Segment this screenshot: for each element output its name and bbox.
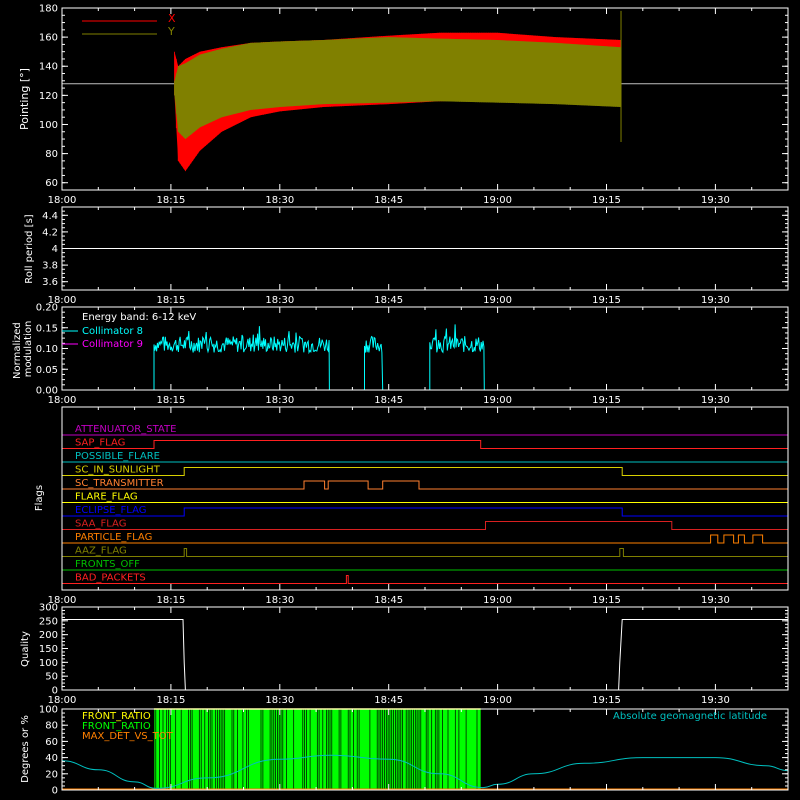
flag-label: ECLIPSE_FLAG bbox=[75, 505, 146, 516]
flag-label: BAD_PACKETS bbox=[75, 573, 146, 584]
x-tick-label: 19:00 bbox=[483, 595, 512, 606]
y-tick-label: 100 bbox=[39, 658, 58, 669]
y-tick-label: 250 bbox=[39, 616, 58, 627]
y-tick-label: 60 bbox=[45, 737, 58, 748]
x-tick-label: 18:15 bbox=[156, 595, 185, 606]
y-tick-label: 150 bbox=[39, 644, 58, 655]
y-tick-label: 140 bbox=[39, 62, 58, 73]
legend-coll9-label: Collimator 9 bbox=[82, 339, 143, 350]
rhessi-quicklook-plot: 18:00 18:15 18:30 18:45 19:00 19:15 19:30 60 80 1… bbox=[0, 0, 800, 800]
y-tick-label: 4.4 bbox=[42, 211, 58, 222]
flag-label: SC_TRANSMITTER bbox=[75, 478, 164, 489]
x-tick-label: 19:00 bbox=[483, 295, 512, 306]
modulation-ylabel: Normalized modulation bbox=[12, 319, 34, 379]
y-tick-label: 0.00 bbox=[36, 386, 58, 397]
y-tick-label: 60 bbox=[45, 178, 58, 189]
y-tick-label: 80 bbox=[45, 721, 58, 732]
legend-coll8-label: Collimator 8 bbox=[82, 326, 143, 337]
x-tick-label: 19:30 bbox=[701, 695, 730, 706]
flag-label: FRONTS_OFF bbox=[75, 559, 140, 570]
flag-label: SC_IN_SUNLIGHT bbox=[75, 465, 161, 476]
y-tick-label: 100 bbox=[39, 705, 58, 716]
flags-ylabel: Flags bbox=[34, 485, 45, 511]
x-tick-label: 19:15 bbox=[592, 295, 621, 306]
roll-period-ylabel: Roll period [s] bbox=[24, 214, 35, 283]
legend-y-label: Y bbox=[167, 25, 175, 38]
y-tick-label: 20 bbox=[45, 769, 58, 780]
x-tick-label: 19:15 bbox=[592, 395, 621, 406]
x-tick-label: 19:00 bbox=[483, 195, 512, 206]
x-tick-label: 18:00 bbox=[48, 195, 77, 206]
flag-label: PARTICLE_FLAG bbox=[75, 532, 152, 543]
x-tick-label: 19:30 bbox=[701, 395, 730, 406]
y-tick-label: 80 bbox=[45, 149, 58, 160]
y-tick-label: 0.15 bbox=[36, 323, 58, 334]
x-tick-label: 18:00 bbox=[48, 395, 77, 406]
pointing-ylabel: Pointing [°] bbox=[18, 68, 31, 130]
ratio-ylabel: Degrees or % bbox=[20, 715, 31, 783]
y-tick-label: 180 bbox=[39, 4, 58, 15]
flag-label: AAZ_FLAG bbox=[75, 546, 127, 557]
x-tick-label: 19:30 bbox=[701, 195, 730, 206]
y-tick-label: 4.2 bbox=[42, 227, 58, 238]
x-tick-label: 18:30 bbox=[265, 195, 294, 206]
x-tick-label: 19:30 bbox=[701, 295, 730, 306]
y-tick-label: 300 bbox=[39, 603, 58, 614]
x-tick-label: 19:30 bbox=[701, 595, 730, 606]
x-tick-label: 18:15 bbox=[156, 395, 185, 406]
x-tick-label: 18:30 bbox=[265, 295, 294, 306]
y-tick-label: 120 bbox=[39, 91, 58, 102]
y-tick-label: 4 bbox=[52, 244, 58, 255]
y-tick-label: 40 bbox=[45, 753, 58, 764]
x-tick-label: 19:15 bbox=[592, 195, 621, 206]
y-tick-label: 0.10 bbox=[36, 344, 58, 355]
x-tick-label: 18:30 bbox=[265, 395, 294, 406]
legend-max-det: MAX_DET_VS_TOT bbox=[82, 731, 174, 742]
x-tick-label: 18:45 bbox=[374, 395, 403, 406]
y-tick-label: 160 bbox=[39, 33, 58, 44]
y-tick-label: 0 bbox=[52, 686, 58, 697]
flag-label: SAP_FLAG bbox=[75, 438, 125, 449]
flag-label: POSSIBLE_FLARE bbox=[75, 451, 160, 462]
y-tick-label: 3.6 bbox=[42, 277, 58, 288]
flag-label: ATTENUATOR_STATE bbox=[75, 424, 176, 435]
x-tick-label: 18:15 bbox=[156, 295, 185, 306]
x-tick-label: 18:15 bbox=[156, 695, 185, 706]
x-tick-label: 19:00 bbox=[483, 395, 512, 406]
energy-band-label: Energy band: 6-12 keV bbox=[82, 312, 196, 323]
x-tick-label: 18:45 bbox=[374, 595, 403, 606]
x-tick-label: 19:00 bbox=[483, 695, 512, 706]
x-tick-label: 18:15 bbox=[156, 195, 185, 206]
y-tick-label: 100 bbox=[39, 120, 58, 131]
modulation-ylabel-line1: Normalized bbox=[12, 322, 23, 379]
y-tick-label: 200 bbox=[39, 630, 58, 641]
y-tick-label: 3.8 bbox=[42, 261, 58, 272]
legend-geomag-latitude: Absolute geomagnetic latitude bbox=[613, 711, 767, 722]
x-tick-label: 18:30 bbox=[265, 695, 294, 706]
x-tick-label: 18:45 bbox=[374, 695, 403, 706]
legend-x-label: X bbox=[168, 12, 176, 25]
x-tick-label: 18:45 bbox=[374, 195, 403, 206]
flag-label: FLARE_FLAG bbox=[75, 492, 138, 503]
y-tick-label: 0 bbox=[52, 786, 58, 797]
flag-label: SAA_FLAG bbox=[75, 519, 126, 530]
x-tick-label: 19:15 bbox=[592, 595, 621, 606]
y-tick-label: 50 bbox=[45, 672, 58, 683]
x-tick-label: 18:30 bbox=[265, 595, 294, 606]
x-tick-label: 18:45 bbox=[374, 295, 403, 306]
quality-ylabel: Quality bbox=[20, 631, 31, 667]
y-tick-label: 0.20 bbox=[36, 303, 58, 314]
modulation-ylabel-line2: modulation bbox=[23, 321, 34, 378]
x-tick-label: 19:15 bbox=[592, 695, 621, 706]
y-tick-label: 0.05 bbox=[36, 365, 58, 376]
